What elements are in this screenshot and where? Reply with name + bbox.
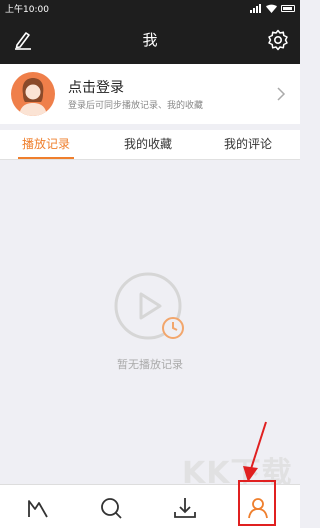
tab-active-indicator [18, 157, 74, 159]
tab-comments[interactable]: 我的评论 [212, 130, 284, 160]
status-time: 上午10:00 [5, 4, 49, 15]
page-title: 我 [142, 31, 158, 49]
login-section[interactable]: 点击登录 登录后可同步播放记录、我的收藏 [0, 64, 300, 124]
tab-favorites[interactable]: 我的收藏 [112, 130, 184, 160]
login-title[interactable]: 点击登录 [68, 77, 124, 97]
annotation-arrow-icon [243, 421, 267, 482]
tab-play-history[interactable]: 播放记录 [10, 130, 82, 160]
avatar[interactable] [11, 72, 55, 116]
signal-icon [250, 3, 261, 13]
wifi-icon [266, 4, 277, 13]
download-icon[interactable] [172, 495, 198, 521]
annotation-highlight-box [238, 480, 276, 526]
header-bar: 我 [0, 16, 300, 64]
play-history-icon [114, 272, 184, 340]
empty-state-text: 暂无播放记录 [117, 358, 183, 371]
tab-bar: 播放记录 我的收藏 我的评论 [0, 130, 300, 160]
chevron-right-icon[interactable] [276, 86, 286, 102]
default-avatar-icon [19, 78, 47, 116]
battery-icon [281, 4, 295, 12]
status-bar: 上午10:00 [0, 0, 300, 16]
settings-icon[interactable] [266, 28, 290, 52]
search-icon[interactable] [98, 495, 124, 521]
login-subtitle: 登录后可同步播放记录、我的收藏 [68, 101, 204, 111]
home-icon[interactable] [25, 495, 51, 521]
